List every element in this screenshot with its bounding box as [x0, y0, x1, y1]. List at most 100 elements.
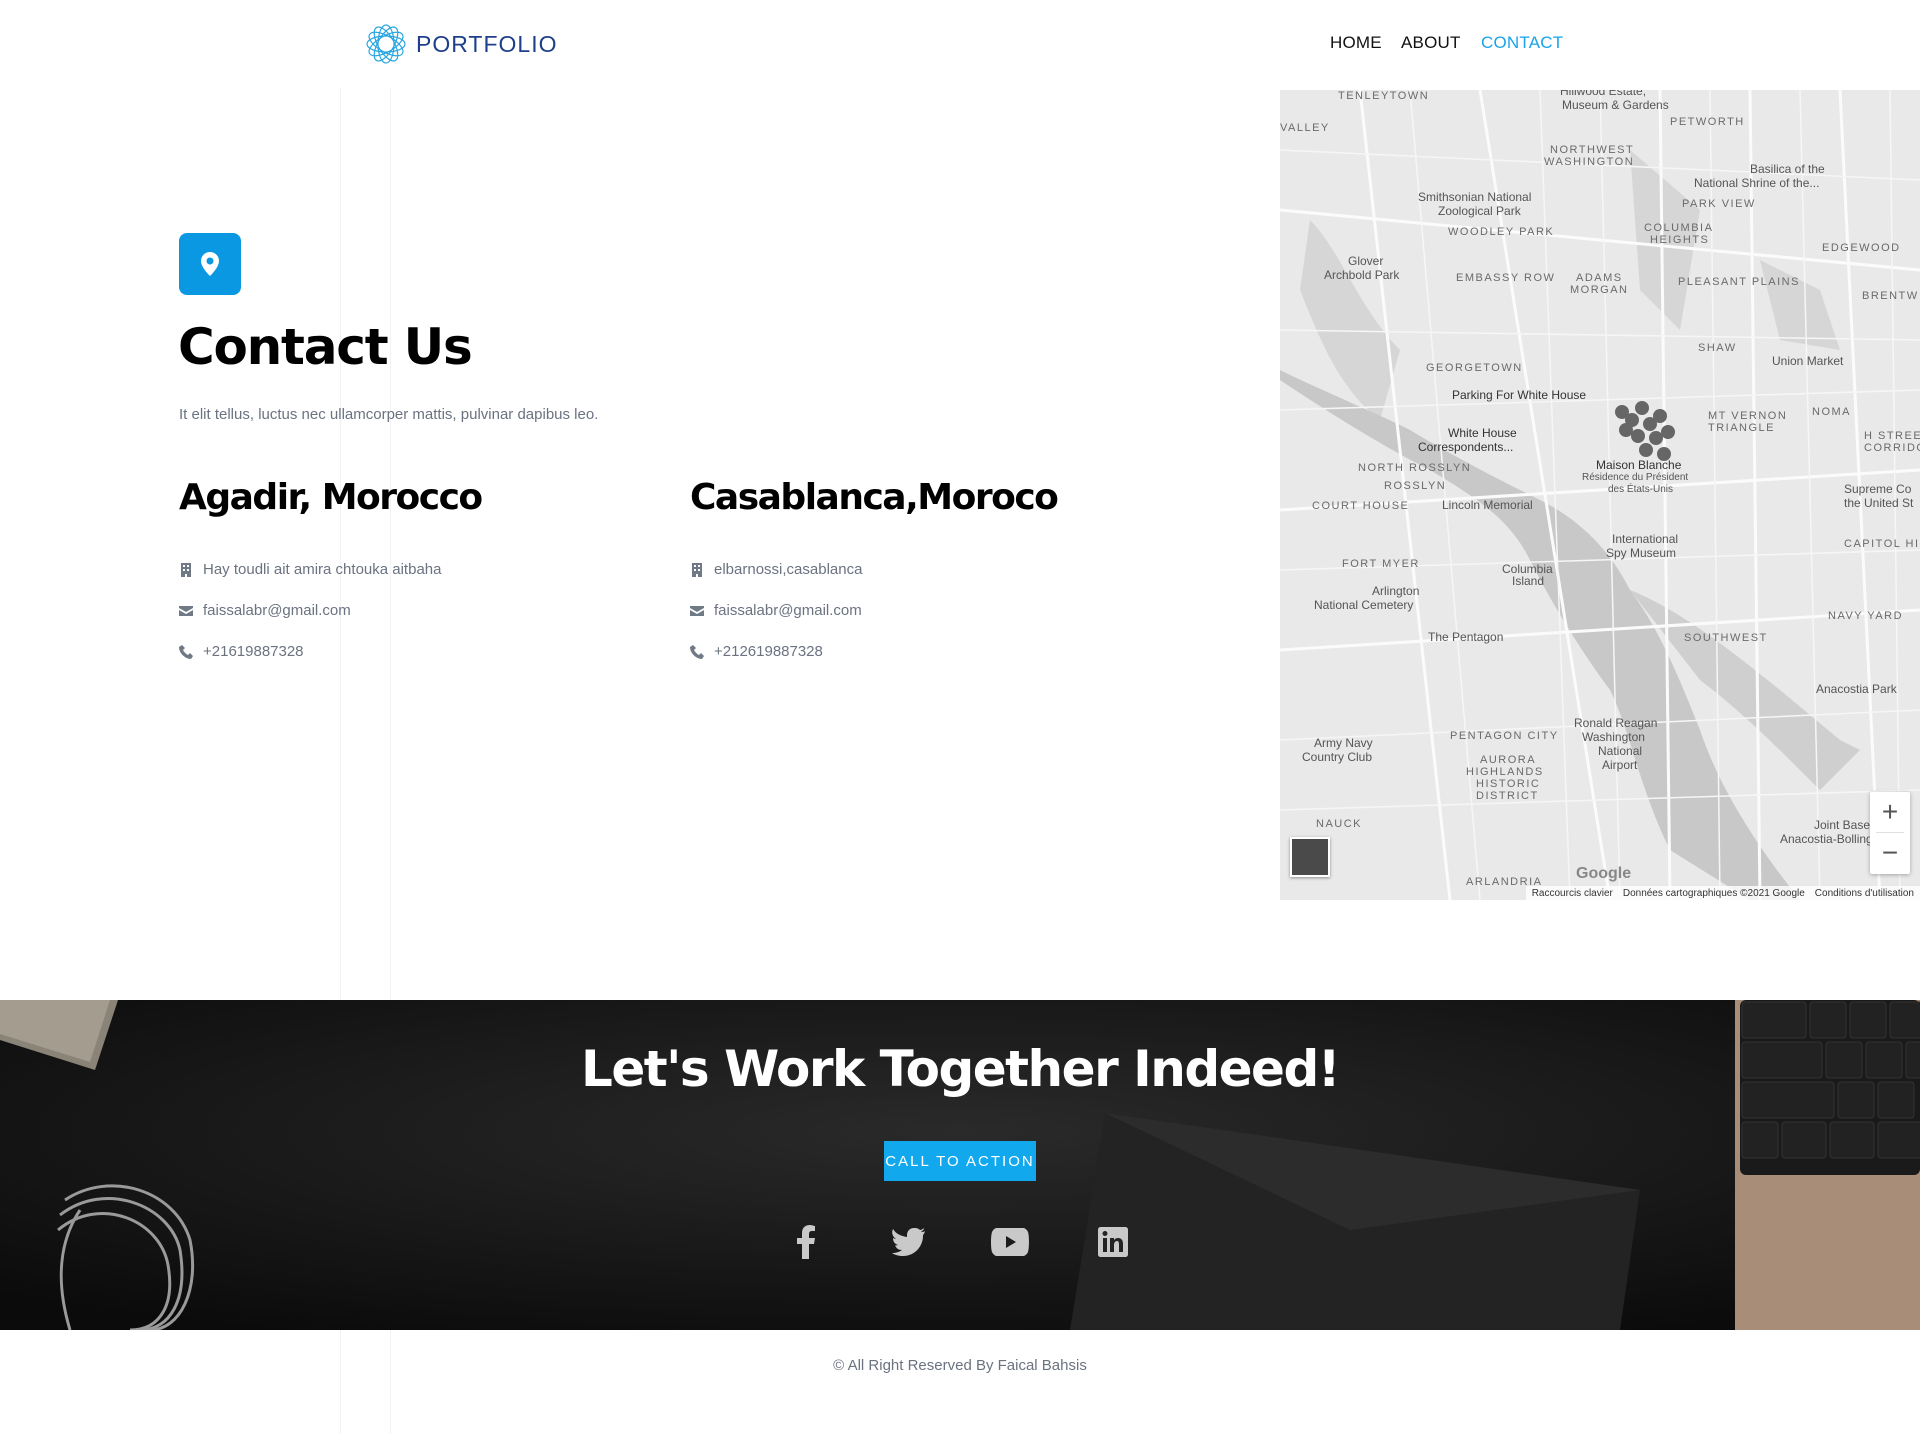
map-label: WASHINGTON [1544, 156, 1635, 168]
nav-contact[interactable]: CONTACT [1481, 33, 1563, 53]
map-label: Country Club [1302, 750, 1373, 764]
map-label: National Cemetery [1314, 598, 1414, 612]
map-label: SHAW [1698, 342, 1737, 354]
envelope-icon [179, 605, 193, 616]
building-icon [181, 562, 191, 577]
map-label: EMBASSY ROW [1456, 272, 1556, 284]
copyright-text: © All Right Reserved By Faical Bahsis [833, 1357, 1087, 1374]
nav-home[interactable]: HOME [1330, 33, 1382, 53]
logo-icon [366, 24, 406, 64]
map-label: NORTH ROSSLYN [1358, 462, 1472, 474]
map-label: White House [1448, 426, 1517, 440]
map-type-toggle[interactable] [1290, 837, 1330, 877]
map-label: Correspondents... [1418, 440, 1514, 454]
map-label: Anacostia-Bolling [1780, 832, 1873, 846]
map-label: COURT HOUSE [1312, 500, 1410, 512]
linkedin-icon[interactable] [1093, 1222, 1133, 1262]
map-label: GEORGETOWN [1426, 362, 1523, 374]
call-to-action-button[interactable]: CALL TO ACTION [884, 1141, 1036, 1181]
map-label: NAUCK [1316, 818, 1363, 830]
map-label: Museum & Gardens [1562, 98, 1669, 112]
cta-title: Let's Work Together Indeed! [580, 1040, 1341, 1098]
map-label: TRIANGLE [1708, 422, 1776, 434]
email-text[interactable]: faissalabr@gmail.com [714, 602, 862, 619]
map-label: NAVY YARD [1828, 610, 1904, 622]
map-label: Basilica of the [1750, 162, 1825, 176]
office-agadir: Agadir, Morocco [179, 477, 483, 518]
office-email: faissalabr@gmail.com [179, 602, 351, 619]
map-label: Ronald Reagan [1574, 716, 1658, 730]
map-label: des États-Unis [1608, 484, 1674, 495]
map-label: BRENTW [1862, 290, 1919, 302]
page-subtitle: It elit tellus, luctus nec ullamcorper m… [179, 406, 599, 423]
phone-text[interactable]: +21619887328 [203, 643, 304, 660]
map-label: Zoological Park [1438, 204, 1521, 218]
map-label: Union Market [1772, 354, 1844, 368]
building-icon [692, 562, 702, 577]
map-label: Supreme Co [1844, 482, 1912, 496]
map-label: National Shrine of the... [1694, 176, 1820, 190]
office-email: faissalabr@gmail.com [690, 602, 862, 619]
map-label: Smithsonian National [1418, 190, 1532, 204]
map-label: HISTORIC [1476, 778, 1541, 790]
map-label: CAPITOL HILL [1844, 538, 1920, 550]
google-logo: Google [1576, 865, 1632, 882]
map-label: Parking For White House [1452, 388, 1587, 402]
map-label: ROSSLYN [1384, 480, 1447, 492]
office-phone: +21619887328 [179, 643, 304, 660]
map-label: Archbold Park [1324, 268, 1400, 282]
address-text: Hay toudli ait amira chtouka aitbaha [203, 561, 442, 578]
map-label: the United St [1844, 496, 1914, 510]
office-casablanca: Casablanca,Moroco [690, 477, 1059, 518]
facebook-icon[interactable] [786, 1222, 826, 1262]
map-data-text: Données cartographiques ©2021 Google [1622, 887, 1805, 899]
google-map[interactable]: TENLEYTOWN Hillwood Estate, Museum & Gar… [1280, 90, 1920, 900]
keyboard-shortcuts-link[interactable]: Raccourcis clavier [1532, 888, 1613, 899]
zoom-control: + − [1870, 792, 1910, 874]
phone-icon [179, 644, 193, 659]
map-label: International [1612, 532, 1679, 546]
site-header: PORTFOLIO HOME ABOUT CONTACT [0, 0, 1920, 90]
map-label: MT VERNON [1708, 410, 1788, 422]
map-label: Spy Museum [1606, 546, 1677, 560]
map-label: PETWORTH [1670, 116, 1745, 128]
email-text[interactable]: faissalabr@gmail.com [203, 602, 351, 619]
nav-about[interactable]: ABOUT [1401, 33, 1461, 53]
map-label: Glover [1348, 254, 1384, 268]
map-label: PARK VIEW [1682, 198, 1756, 210]
map-attribution: Raccourcis clavier Données cartographiqu… [1525, 886, 1920, 900]
cta-section: Let's Work Together Indeed! CALL TO ACTI… [0, 1000, 1920, 1330]
office-address: elbarnossi,casablanca [690, 561, 862, 578]
map-label: H STREET [1864, 430, 1920, 442]
map-label: Washington [1582, 730, 1645, 744]
map-label: The Pentagon [1428, 630, 1504, 644]
map-label: TENLEYTOWN [1338, 90, 1430, 102]
map-label: AURORA [1480, 754, 1537, 766]
twitter-icon[interactable] [888, 1222, 928, 1262]
terms-link[interactable]: Conditions d'utilisation [1815, 888, 1914, 899]
map-label: CORRIDOR [1864, 442, 1920, 454]
phone-text[interactable]: +212619887328 [714, 643, 823, 660]
map-label: Island [1512, 574, 1545, 588]
location-pin-icon [179, 233, 241, 295]
map-label: ADAMS [1576, 272, 1623, 284]
map-label: Hillwood Estate, [1560, 90, 1647, 98]
map-label: NOMA [1812, 406, 1851, 418]
map-label: MORGAN [1570, 284, 1629, 296]
logo[interactable]: PORTFOLIO [364, 21, 558, 67]
map-label: HIGHLANDS [1466, 766, 1544, 778]
address-text: elbarnossi,casablanca [714, 561, 863, 578]
logo-text: PORTFOLIO [416, 30, 558, 57]
map-label: Airport [1602, 758, 1638, 772]
map-label: DISTRICT [1476, 790, 1539, 802]
office-phone: +212619887328 [690, 643, 823, 660]
youtube-icon[interactable] [990, 1222, 1030, 1262]
map-label: EDGEWOOD [1822, 242, 1901, 254]
zoom-in-button[interactable]: + [1870, 792, 1910, 832]
map-label: PLEASANT PLAINS [1678, 276, 1800, 288]
map-label: Arlington [1372, 584, 1420, 598]
map-label: WOODLEY PARK [1448, 226, 1555, 238]
map-label: Résidence du Président [1582, 472, 1689, 483]
office-city: Agadir, Morocco [179, 477, 483, 518]
zoom-out-button[interactable]: − [1870, 833, 1910, 873]
